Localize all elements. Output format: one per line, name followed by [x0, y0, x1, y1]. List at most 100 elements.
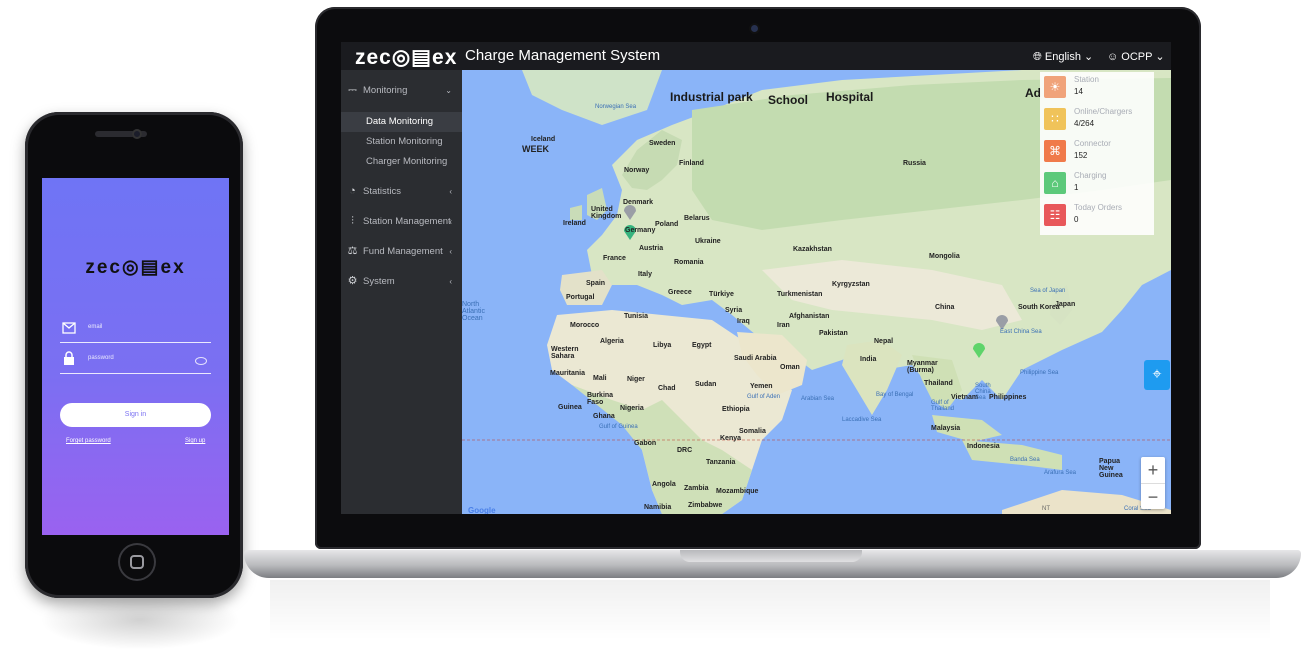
stat-value: 4/264: [1074, 119, 1095, 128]
map-label: Greece: [668, 289, 692, 296]
email-field[interactable]: email: [60, 320, 211, 343]
map-label: Nigeria: [620, 405, 644, 412]
map-label-ad: Ad: [1025, 86, 1041, 100]
map-label: Arafura Sea: [1044, 470, 1077, 476]
map-label: Spain: [586, 280, 606, 287]
map-label: Iraq: [737, 318, 750, 325]
location-pin-icon: ⌖: [1152, 366, 1162, 383]
eye-icon[interactable]: [195, 357, 207, 365]
top-bar: zec◎▤ex Charge Management System 🌐︎ Engl…: [341, 42, 1171, 70]
sign-up-link[interactable]: Sign up: [185, 438, 205, 444]
map-label: East China Sea: [1000, 329, 1042, 335]
sidebar-sub-charger-monitoring[interactable]: Charger Monitoring: [341, 152, 462, 172]
map-label: Sweden: [649, 140, 676, 147]
map-label: DRC: [677, 447, 693, 454]
password-field[interactable]: password: [60, 351, 211, 374]
sidebar-sub-data-monitoring[interactable]: Data Monitoring: [341, 112, 462, 132]
zoom-in-button[interactable]: +: [1141, 457, 1165, 484]
sliders-icon: ⫶: [351, 215, 354, 227]
map-label: Italy: [638, 271, 653, 278]
map-label-school: School: [768, 93, 809, 107]
map-label: Somalia: [739, 428, 766, 435]
map-label: Papua New Guinea: [1099, 458, 1123, 479]
map-label: Nepal: [874, 338, 894, 345]
globe-icon: 🌐︎: [1033, 51, 1042, 63]
money-bag-icon: ⚖: [347, 245, 358, 257]
map-label: Kazakhstan: [793, 246, 832, 253]
stat-station[interactable]: ☀ Station 14: [1040, 72, 1154, 104]
zoom-control: + −: [1141, 457, 1165, 509]
stat-connector[interactable]: ⌘ Connector 152: [1040, 136, 1154, 168]
language-selector[interactable]: 🌐︎ English ⌄: [1033, 50, 1093, 64]
stat-label: Charging: [1074, 171, 1107, 180]
house-icon: ⌂: [1044, 172, 1066, 194]
stat-today-orders[interactable]: ☷ Today Orders 0: [1040, 200, 1154, 232]
map-label: France: [603, 255, 626, 262]
sign-in-button[interactable]: Sign in: [60, 403, 211, 427]
map-label: Syria: [725, 307, 743, 314]
map-label: Oman: [780, 364, 800, 371]
stat-value: 152: [1074, 151, 1088, 160]
chevron-left-icon: ‹: [449, 217, 452, 226]
sidebar-item-label: System: [363, 276, 395, 287]
charger-icon: ∷: [1044, 108, 1066, 130]
map-label: Algeria: [600, 338, 624, 345]
sidebar-sub-station-monitoring[interactable]: Station Monitoring: [341, 132, 462, 152]
map-label: Namibia: [644, 504, 672, 511]
home-square-icon: [130, 555, 144, 569]
zoom-out-button[interactable]: −: [1141, 484, 1165, 510]
map-label: Norway: [624, 167, 650, 174]
map-label: India: [860, 356, 877, 363]
map-label: Mauritania: [550, 370, 586, 377]
brand-logo[interactable]: zec◎▤ex: [355, 45, 457, 70]
map-label: Gulf of Guinea: [599, 424, 638, 430]
sidebar-item-label: Monitoring: [363, 85, 408, 96]
map-label: Thailand: [924, 380, 953, 387]
map-label: Germany: [625, 227, 656, 234]
google-logo: Google: [468, 506, 496, 514]
locate-pin-button[interactable]: ⌖: [1144, 360, 1170, 390]
sidebar-item-monitoring[interactable]: ⎓ Monitoring ⌄: [341, 80, 462, 102]
stat-label: Connector: [1074, 139, 1111, 148]
sidebar: ⎓ Monitoring ⌄ Data Monitoring Station M…: [341, 70, 462, 514]
stat-charging[interactable]: ⌂ Charging 1: [1040, 168, 1154, 200]
chevron-down-icon: ⌄: [445, 86, 452, 95]
map-label: Philippine Sea: [1020, 370, 1059, 376]
map-label: Russia: [903, 160, 926, 167]
sidebar-item-fund-management[interactable]: ⚖ Fund Management ‹: [341, 241, 462, 263]
stat-value: 14: [1074, 87, 1083, 96]
phone-login-screen: zec◎▤ex email password Sign in Forget pa…: [42, 178, 229, 535]
map-label: Kyrgyzstan: [832, 281, 870, 288]
map-label: Egypt: [692, 342, 712, 349]
stat-online-chargers[interactable]: ∷ Online/Chargers 4/264: [1040, 104, 1154, 136]
line-chart-icon: ⎓: [348, 84, 357, 96]
map-label: Zimbabwe: [688, 502, 723, 509]
chevron-down-icon: ⌄: [1084, 51, 1094, 63]
map-label: Türkiye: [709, 291, 734, 298]
map-label: Gulf of Aden: [747, 394, 781, 400]
laptop-notch: [680, 550, 862, 562]
map-label: Denmark: [623, 199, 653, 206]
map-label: Kenya: [720, 435, 742, 442]
map-label: Indonesia: [967, 443, 1000, 450]
map-label: Ukraine: [695, 238, 721, 245]
sidebar-item-statistics[interactable]: ◔ Statistics ‹: [341, 181, 462, 203]
map-label: Mali: [593, 375, 607, 382]
map-label: Poland: [655, 221, 679, 228]
forget-password-link[interactable]: Forget password: [66, 438, 111, 444]
map-label: Gulf of Thailand: [931, 400, 955, 412]
chevron-left-icon: ‹: [449, 277, 452, 286]
user-icon: ☺: [1107, 51, 1119, 63]
sidebar-item-system[interactable]: ⚙ System ‹: [341, 271, 462, 293]
chevron-left-icon: ‹: [449, 247, 452, 256]
map-label: South Korea: [1018, 304, 1060, 311]
map-label-week: WEEK: [522, 144, 549, 154]
map-label: Myanmar (Burma): [907, 360, 938, 374]
user-menu[interactable]: ☺ OCPP ⌄: [1107, 50, 1165, 63]
stats-panel: ☀ Station 14 ∷ Online/Chargers 4/264 ⌘ C…: [1040, 72, 1154, 235]
map-label: Yemen: [750, 383, 773, 390]
phone-logo: zec◎▤ex: [85, 257, 186, 278]
app-title: Charge Management System: [465, 47, 661, 64]
map-label: NT: [1042, 506, 1050, 512]
sidebar-item-station-management[interactable]: ⫶ Station Management ‹: [341, 211, 462, 233]
